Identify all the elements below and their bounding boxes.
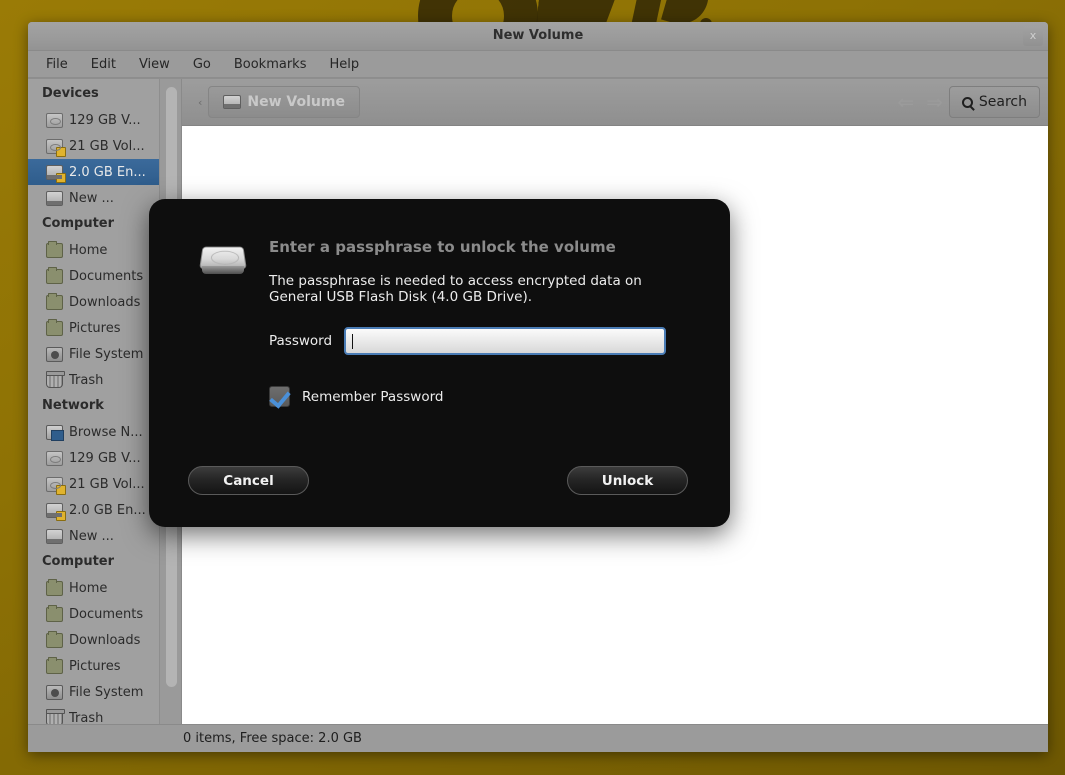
- sidebar-item-label: 2.0 GB En...: [69, 502, 146, 518]
- sidebar-item-label: Trash: [69, 710, 104, 725]
- sidebar-item-label: New ...: [69, 528, 114, 544]
- documents-folder-icon: [46, 604, 63, 622]
- sidebar-item-label: New ...: [69, 190, 114, 206]
- sidebar-item-label: File System: [69, 684, 144, 700]
- cancel-button[interactable]: Cancel: [188, 466, 309, 495]
- location-toolbar: ‹ New Volume ⇐ ⇒ Search: [182, 79, 1048, 126]
- menu-edit[interactable]: Edit: [81, 54, 126, 75]
- search-icon: [961, 96, 973, 108]
- sidebar-item-label: Pictures: [69, 320, 121, 336]
- file-system-icon: [46, 346, 63, 362]
- sidebar-item-label: 2.0 GB En...: [69, 164, 146, 180]
- password-label: Password: [269, 333, 333, 349]
- pictures-folder-icon: [46, 318, 63, 336]
- locked-drive-icon: [46, 476, 66, 495]
- sidebar-item-label: File System: [69, 346, 144, 362]
- text-caret: [352, 334, 354, 349]
- downloads-folder-icon: [46, 630, 63, 648]
- menu-help[interactable]: Help: [319, 54, 369, 75]
- home-folder-icon: [46, 240, 63, 258]
- dialog-message: The passphrase is needed to access encry…: [269, 273, 642, 305]
- close-icon[interactable]: x: [1023, 26, 1043, 46]
- forward-arrow-icon[interactable]: ⇒: [920, 90, 949, 114]
- remember-password-label: Remember Password: [302, 388, 444, 405]
- status-text: 0 items, Free space: 2.0 GB: [183, 731, 362, 746]
- remember-password-row[interactable]: Remember Password: [269, 386, 443, 407]
- locked-volume-icon: [46, 502, 66, 521]
- window-title: New Volume: [492, 28, 584, 43]
- dialog-title: Enter a passphrase to unlock the volume: [269, 238, 616, 256]
- file-system-icon: [46, 684, 63, 700]
- menu-view[interactable]: View: [129, 54, 180, 75]
- sidebar-item-label: Downloads: [69, 294, 141, 310]
- drive-icon: [46, 112, 63, 128]
- sidebar-item-label: Trash: [69, 372, 104, 388]
- drive-icon: [46, 450, 63, 466]
- hard-drive-icon: [199, 235, 247, 283]
- sidebar-item-label: Documents: [69, 268, 144, 284]
- menubar: File Edit View Go Bookmarks Help: [28, 51, 1048, 78]
- sidebar-item-label: 129 GB V...: [69, 112, 141, 128]
- back-arrow-icon[interactable]: ⇐: [891, 90, 920, 114]
- menu-bookmarks[interactable]: Bookmarks: [224, 54, 317, 75]
- locked-volume-icon: [46, 164, 66, 183]
- documents-folder-icon: [46, 266, 63, 284]
- sidebar-item-label: Home: [69, 242, 108, 258]
- sidebar-item-label: 21 GB Vol...: [69, 476, 145, 492]
- breadcrumb-label: New Volume: [247, 94, 345, 110]
- path-overflow-icon[interactable]: ‹: [192, 96, 208, 109]
- remember-password-checkbox[interactable]: [269, 386, 290, 407]
- search-button[interactable]: Search: [948, 86, 1040, 118]
- home-folder-icon: [46, 578, 63, 596]
- menu-go[interactable]: Go: [183, 54, 221, 75]
- unlock-volume-dialog: Enter a passphrase to unlock the volume …: [149, 199, 730, 527]
- sidebar-item-label: Home: [69, 580, 108, 596]
- downloads-folder-icon: [46, 292, 63, 310]
- sidebar-item-label: 21 GB Vol...: [69, 138, 145, 154]
- pictures-folder-icon: [46, 656, 63, 674]
- trash-icon: [46, 708, 65, 724]
- search-label: Search: [978, 94, 1027, 110]
- password-input[interactable]: [344, 327, 667, 355]
- sidebar-item-label: Pictures: [69, 658, 121, 674]
- breadcrumb-new-volume[interactable]: New Volume: [208, 86, 360, 118]
- network-icon: [46, 424, 64, 441]
- sidebar-item-label: Downloads: [69, 632, 141, 648]
- sidebar-item-label: Browse N...: [69, 424, 143, 440]
- volume-icon: [46, 528, 63, 544]
- menu-file[interactable]: File: [36, 54, 78, 75]
- sidebar-item-label: Documents: [69, 606, 144, 622]
- statusbar: 0 items, Free space: 2.0 GB: [28, 724, 1048, 752]
- password-row: Password: [269, 327, 667, 355]
- unlock-button[interactable]: Unlock: [567, 466, 688, 495]
- volume-icon: [46, 190, 63, 206]
- sidebar-item-label: 129 GB V...: [69, 450, 141, 466]
- window-titlebar[interactable]: New Volume x: [28, 22, 1048, 51]
- volume-icon: [223, 95, 242, 109]
- locked-drive-icon: [46, 138, 66, 157]
- trash-icon: [46, 370, 65, 388]
